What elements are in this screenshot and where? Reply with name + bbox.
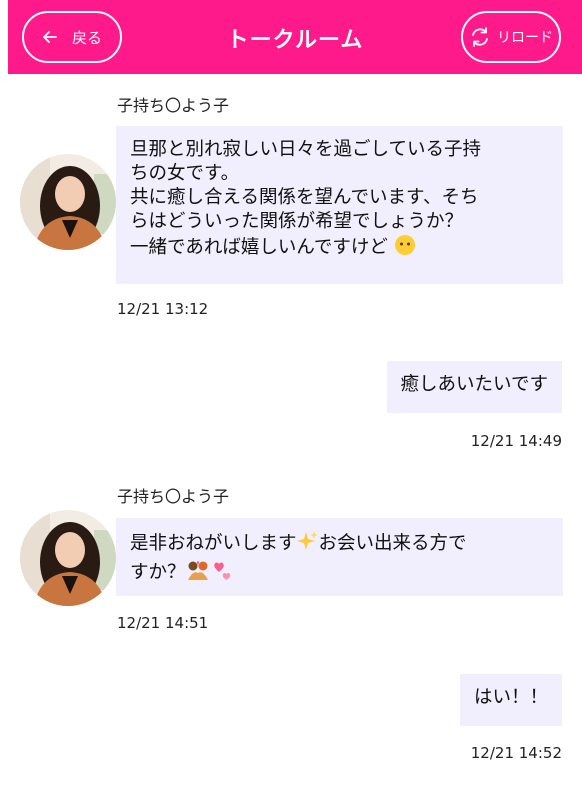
- message-line: らはどういった関係が希望でしょうか？: [130, 211, 464, 232]
- message-time: 12/21 14:52: [470, 744, 562, 762]
- app-header: 戻る トークルーム リロード: [8, 0, 582, 74]
- kiss-icon: [186, 559, 210, 588]
- reload-label: リロード: [497, 30, 553, 46]
- message-line: すか？: [130, 562, 186, 583]
- message-text: はい！！: [473, 687, 548, 708]
- message-bubble: 旦那と別れ寂しい日々を過ごしている子持 ちの女です。 共に癒し合える関係を望んで…: [116, 126, 563, 284]
- message-time: 12/21 13:12: [117, 300, 209, 318]
- avatar[interactable]: [20, 154, 116, 250]
- message-line: 旦那と別れ寂しい日々を過ごしている子持: [130, 139, 481, 160]
- message-line: 共に癒し合える関係を望んでいます、そち: [130, 187, 479, 208]
- no-mouth-face-icon: [394, 234, 416, 263]
- message-time: 12/21 14:51: [117, 614, 209, 632]
- sender-name: 子持ち〇よう子: [117, 96, 230, 115]
- message-text: 癒しあいたいです: [400, 374, 548, 395]
- message-line: ちの女です。: [130, 163, 240, 184]
- message-line: 一緒であれば嬉しいんですけど: [130, 237, 388, 258]
- two-hearts-icon: [210, 559, 234, 588]
- reload-button[interactable]: リロード: [461, 11, 561, 63]
- message-line: お会い出来る方で: [318, 533, 467, 554]
- message-time: 12/21 14:49: [470, 432, 562, 450]
- sender-name: 子持ち〇よう子: [117, 487, 230, 506]
- message-bubble: 是非おねがいします お会い出来る方で すか？: [116, 518, 563, 596]
- avatar[interactable]: [20, 510, 116, 606]
- sparkles-icon: [296, 530, 319, 559]
- message-bubble: はい！！: [459, 674, 562, 726]
- message-line: 是非おねがいします: [130, 533, 297, 554]
- reload-icon: [469, 26, 491, 48]
- message-bubble: 癒しあいたいです: [386, 361, 562, 413]
